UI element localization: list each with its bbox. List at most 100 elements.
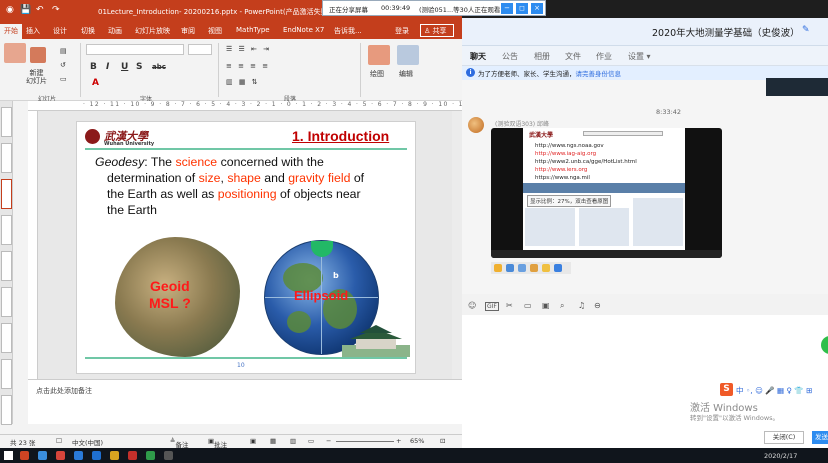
smile-icon[interactable]: ☺ xyxy=(468,301,476,310)
more-icon[interactable]: ⊖ xyxy=(594,301,601,310)
mic-icon[interactable]: ⌕ xyxy=(560,301,564,311)
reading-view-icon[interactable]: ▥ xyxy=(290,437,296,445)
app-icon[interactable] xyxy=(146,451,155,460)
message-list[interactable]: 8:33:42 (测验双语303) 邱峰 武漢大學 http://www.ngs… xyxy=(462,80,828,294)
tab-slideshow[interactable]: 幻灯片放映 xyxy=(135,26,170,36)
app-icon[interactable] xyxy=(110,451,119,460)
zoom-slider[interactable] xyxy=(336,441,394,442)
send-button[interactable]: 发送 xyxy=(812,431,828,444)
notes-pane[interactable]: 点击此处添加备注 xyxy=(28,379,462,424)
app-icon[interactable] xyxy=(92,451,101,460)
tab-album[interactable]: 相册 xyxy=(534,51,550,62)
tab-transitions[interactable]: 切换 xyxy=(81,26,95,36)
section-icon[interactable]: ▭ xyxy=(60,75,67,83)
app-icon[interactable] xyxy=(74,451,83,460)
tab-settings[interactable]: 设置 ▾ xyxy=(628,51,651,62)
columns-icon[interactable]: ▥ ▦ ⇅ xyxy=(226,78,260,86)
slide-thumbnail-selected[interactable] xyxy=(1,179,12,209)
tab-files[interactable]: 文件 xyxy=(565,51,581,62)
strikethrough-button[interactable]: abc xyxy=(152,63,166,71)
underline-button[interactable]: U xyxy=(121,62,128,72)
redo-icon[interactable]: ↷ xyxy=(52,5,60,15)
login-link[interactable]: 登录 xyxy=(395,26,409,36)
screenshot-message[interactable]: 武漢大學 http://www.ngs.noaa.gov http://www.… xyxy=(491,128,722,258)
tab-design[interactable]: 设计 xyxy=(53,26,67,36)
slide-thumbnail[interactable] xyxy=(1,395,12,425)
zoom-in-icon[interactable]: + xyxy=(396,437,401,445)
tell-me-search[interactable]: 告诉我... xyxy=(334,26,362,36)
edit-button[interactable]: 编辑 xyxy=(399,69,413,79)
align-icon[interactable]: ≡ ≡ ≡ ≡ xyxy=(226,62,270,70)
background-window[interactable] xyxy=(766,78,828,96)
tab-review[interactable]: 审阅 xyxy=(181,26,195,36)
comments-toggle[interactable]: ▣ 批注 xyxy=(208,437,227,449)
minimize-icon[interactable]: − xyxy=(501,3,513,14)
save-icon[interactable]: 💾 xyxy=(20,5,31,15)
avatar[interactable] xyxy=(468,117,484,133)
windows-start-icon[interactable] xyxy=(4,451,13,460)
tab-mathtype[interactable]: MathType xyxy=(236,26,270,34)
tab-insert[interactable]: 插入 xyxy=(26,26,40,36)
fit-slide-icon[interactable]: ⊡ xyxy=(440,437,445,445)
font-name-combo[interactable] xyxy=(86,44,184,55)
bullets-icon[interactable]: ☰ ☰ ⇤ ⇥ xyxy=(226,45,271,53)
bold-button[interactable]: B xyxy=(90,62,97,72)
slide-thumbnail[interactable] xyxy=(1,215,12,245)
sorter-view-icon[interactable]: ▦ xyxy=(270,437,276,445)
reaction-icon[interactable] xyxy=(542,264,550,272)
reaction-icon[interactable] xyxy=(554,264,562,272)
zoom-out-icon[interactable]: − xyxy=(326,437,331,445)
slide-thumbnail[interactable] xyxy=(1,359,12,389)
edit-find-icon[interactable] xyxy=(397,45,419,65)
slide-thumbnail[interactable] xyxy=(1,251,12,281)
slide-thumbnail[interactable] xyxy=(1,107,12,137)
screenshot-controls[interactable] xyxy=(491,250,722,258)
paste-icon[interactable] xyxy=(4,43,26,63)
shadow-button[interactable]: S xyxy=(136,62,142,72)
ime-buttons[interactable]: 中 ◦, ☺ 🎤 ▦ ♀ 👕 ⊞ xyxy=(736,385,812,396)
edit-title-icon[interactable]: ✎ xyxy=(802,25,810,35)
slideshow-view-icon[interactable]: ▭ xyxy=(308,437,314,445)
slide-thumbnail[interactable] xyxy=(1,143,12,173)
close-button[interactable]: 关闭(C) xyxy=(764,431,804,444)
reaction-icon[interactable] xyxy=(530,264,538,272)
app-icon[interactable] xyxy=(164,451,173,460)
draw-button[interactable]: 绘图 xyxy=(370,69,384,79)
slide-thumbnail[interactable] xyxy=(1,323,12,353)
slide-thumbnail[interactable] xyxy=(1,287,12,317)
zoom-level[interactable]: 65% xyxy=(410,437,424,445)
scissors-icon[interactable]: ✂ xyxy=(506,301,513,310)
tab-announcement[interactable]: 公告 xyxy=(502,51,518,62)
italic-button[interactable]: I xyxy=(106,62,109,72)
undo-icon[interactable]: ↶ xyxy=(36,5,44,15)
app-icon[interactable] xyxy=(38,451,47,460)
message-input[interactable]: S 中 ◦, ☺ 🎤 ▦ ♀ 👕 ⊞ 激活 Windows 转到"设置"以激活 … xyxy=(462,315,828,448)
new-slide-button[interactable]: 新建 幻灯片 xyxy=(26,69,47,85)
normal-view-icon[interactable]: ▣ xyxy=(250,437,256,445)
restore-icon[interactable]: ◻ xyxy=(516,3,528,14)
font-color-button[interactable]: A xyxy=(92,78,99,88)
app-icon[interactable] xyxy=(128,451,137,460)
sogou-ime-icon[interactable]: S xyxy=(720,383,733,396)
folder-icon[interactable]: ▭ xyxy=(524,301,532,310)
complete-profile-link[interactable]: 请完善身份信息 xyxy=(576,70,622,78)
draw-shapes-icon[interactable] xyxy=(368,45,390,65)
tab-homework[interactable]: 作业 xyxy=(596,51,612,62)
tab-chat[interactable]: 聊天 xyxy=(470,51,486,62)
bell-icon[interactable]: ♫ xyxy=(578,301,585,310)
language-indicator[interactable]: 中文(中国) xyxy=(72,437,103,447)
notes-toggle[interactable]: ≜ 备注 xyxy=(170,437,188,449)
reaction-icon[interactable] xyxy=(494,264,502,272)
autosave-icon[interactable]: ◉ xyxy=(6,5,14,15)
spellcheck-icon[interactable]: ☐ xyxy=(56,437,62,445)
tab-view[interactable]: 视图 xyxy=(208,26,222,36)
reset-icon[interactable]: ↺ xyxy=(60,61,66,69)
powerpoint-app-icon[interactable] xyxy=(20,451,29,460)
close-icon[interactable]: × xyxy=(531,3,543,14)
vertical-scrollbar[interactable] xyxy=(452,111,462,379)
layout-icon[interactable]: ▤ xyxy=(60,47,67,55)
tab-animations[interactable]: 动画 xyxy=(108,26,122,36)
tab-endnote[interactable]: EndNote X7 xyxy=(283,26,324,34)
reaction-icon[interactable] xyxy=(506,264,514,272)
gif-icon[interactable]: GIF xyxy=(485,302,499,311)
